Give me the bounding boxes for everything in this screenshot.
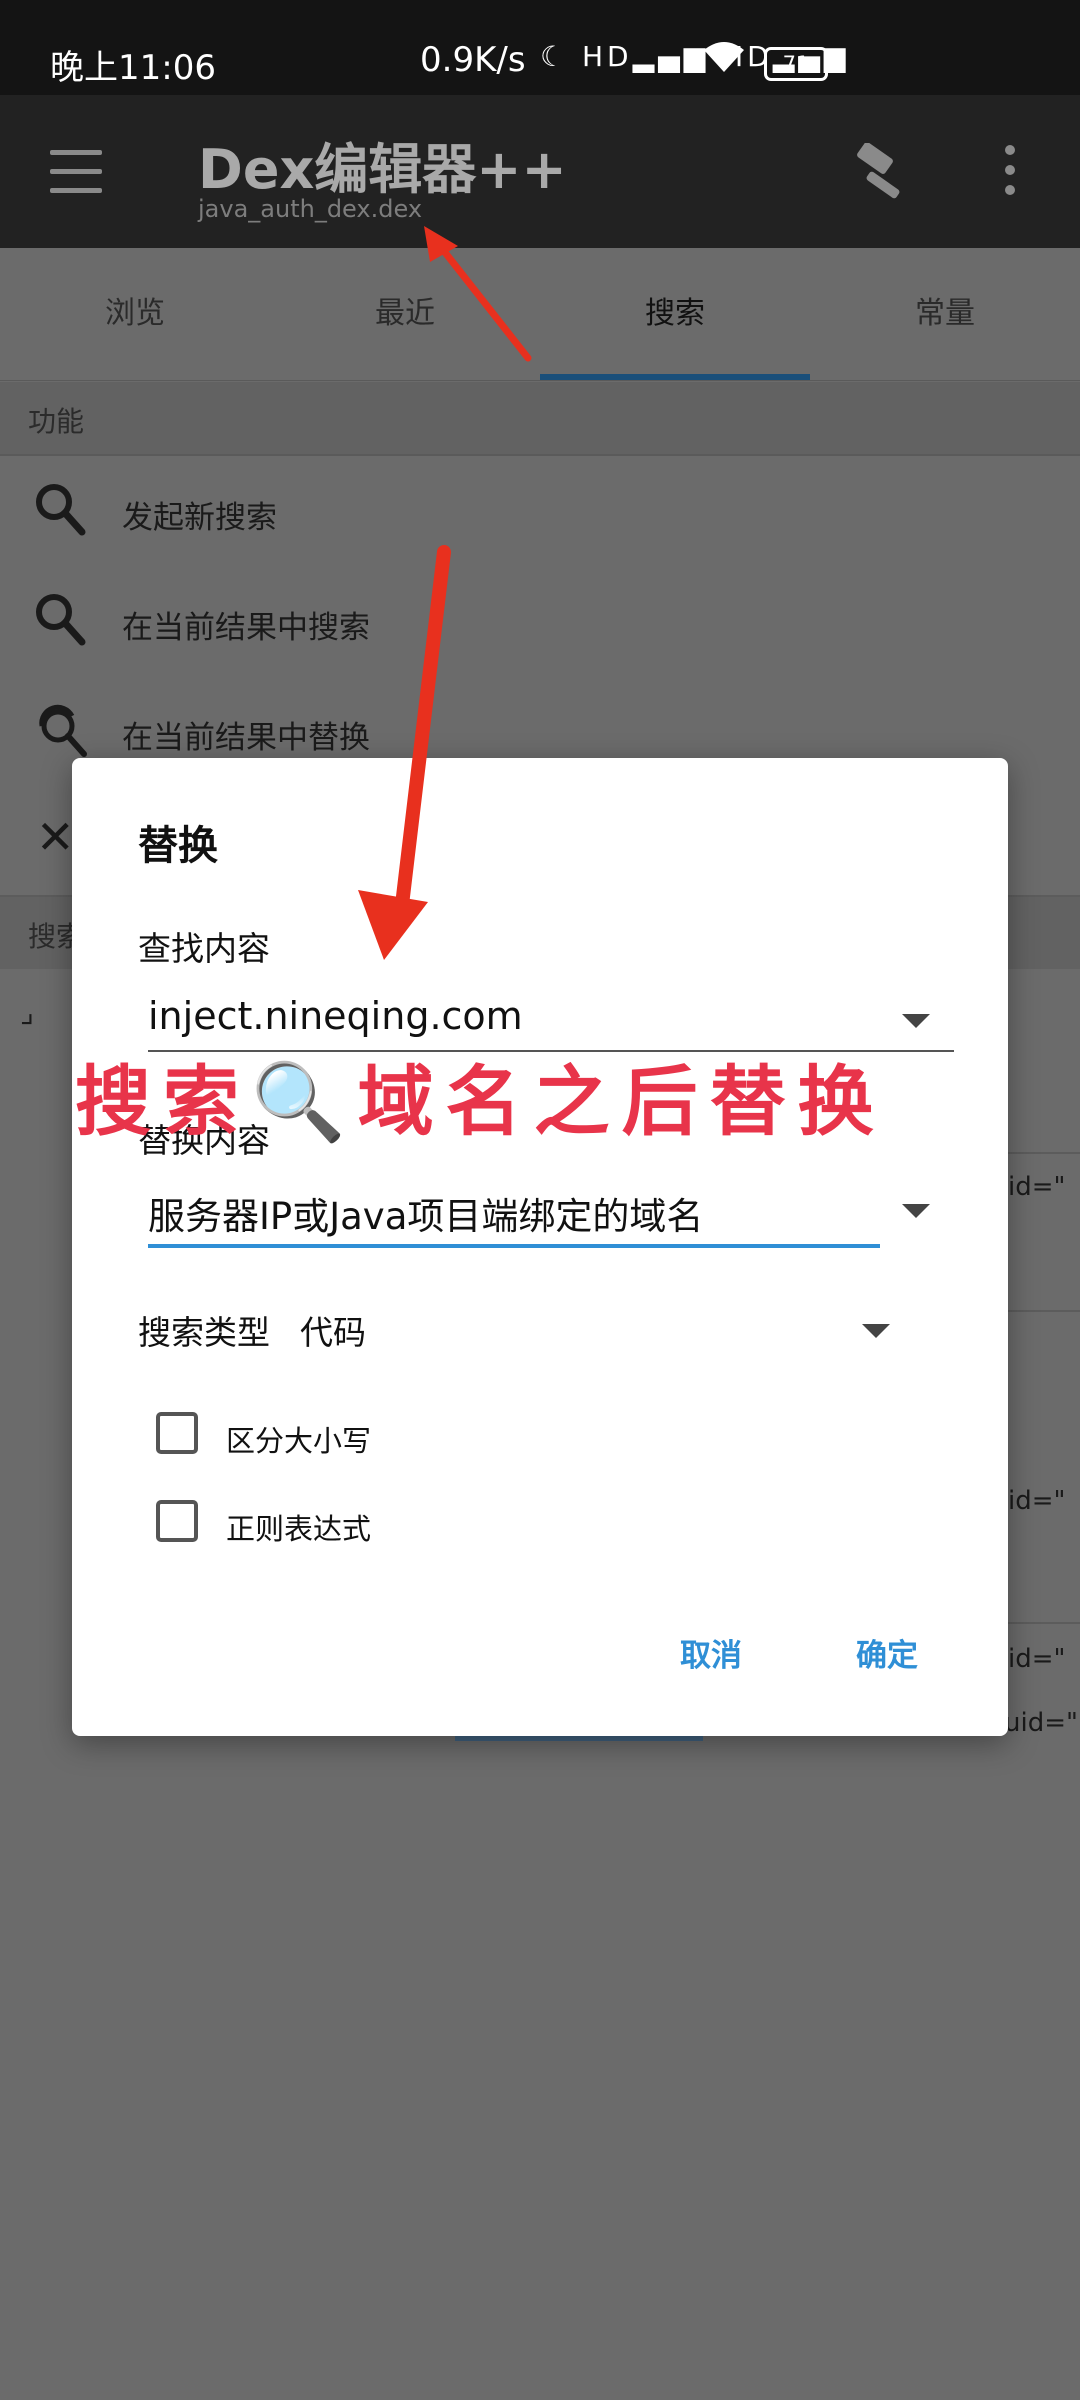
arrow-to-subtitle <box>424 226 532 362</box>
arrow-to-find-field <box>358 545 451 960</box>
annotation-arrows <box>358 226 532 960</box>
